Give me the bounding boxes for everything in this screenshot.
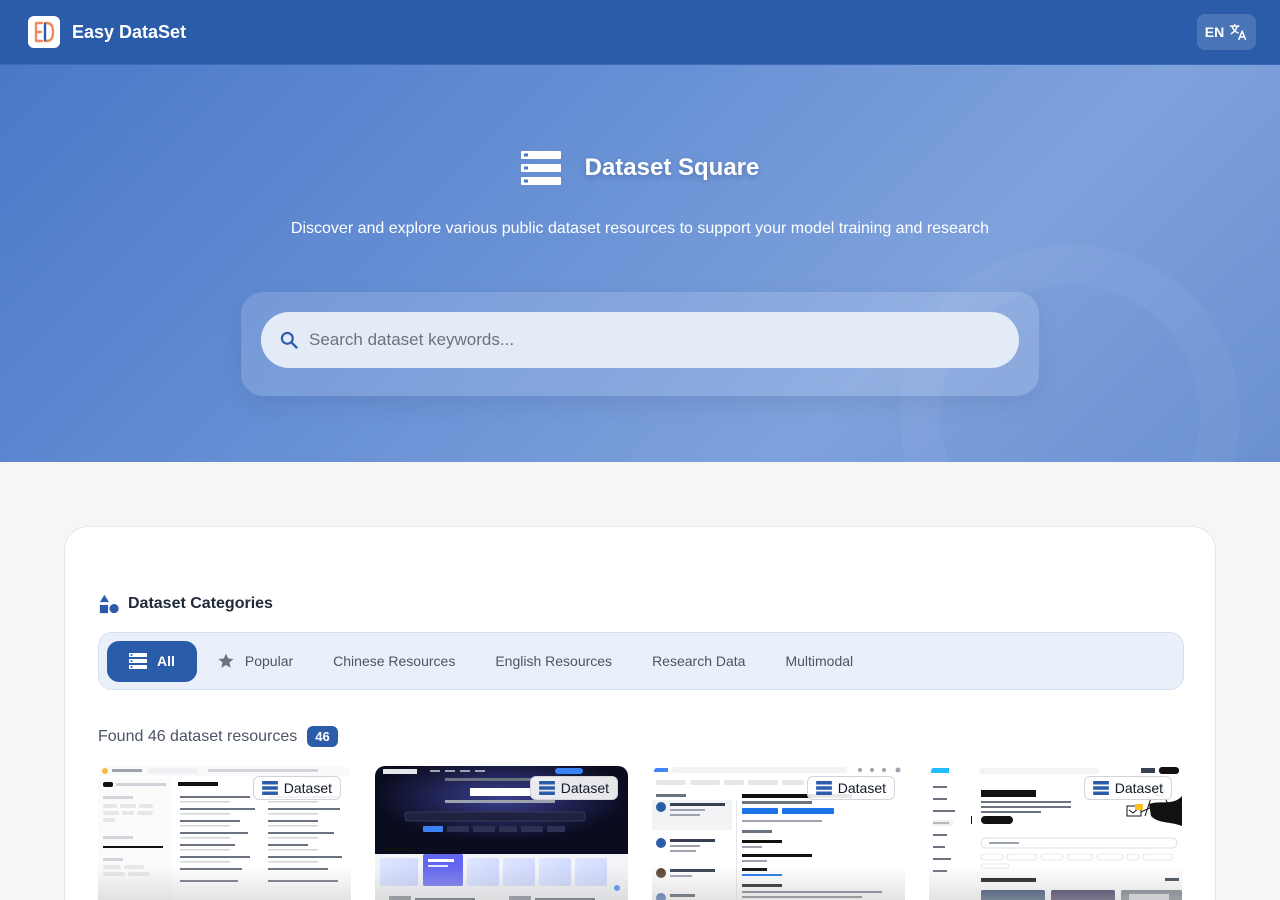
categories-title: Dataset Categories bbox=[128, 595, 273, 612]
thumbnail-fade bbox=[98, 866, 351, 900]
dataset-card[interactable]: Dataset bbox=[98, 766, 351, 900]
dataset-panel: Dataset Categories All Popular Chinese R… bbox=[64, 526, 1216, 900]
dataset-card[interactable]: Dataset bbox=[929, 766, 1182, 900]
translate-icon bbox=[1229, 23, 1247, 41]
dataset-type-tag: Dataset bbox=[1083, 776, 1172, 800]
language-switch-button[interactable]: EN bbox=[1197, 14, 1256, 50]
dataset-icon bbox=[1092, 781, 1109, 795]
tag-label: Dataset bbox=[283, 780, 332, 796]
results-count-text: Found 46 dataset resources bbox=[98, 727, 298, 745]
tab-label: Research Data bbox=[652, 653, 746, 669]
tab-label: All bbox=[157, 653, 175, 669]
results-count-badge: 46 bbox=[307, 726, 338, 747]
page-subtitle: Discover and explore various public data… bbox=[290, 220, 990, 237]
tab-label: English Resources bbox=[495, 653, 613, 669]
tab-research-data[interactable]: Research Data bbox=[632, 641, 765, 682]
hero-section: Dataset Square Discover and explore vari… bbox=[0, 65, 1280, 462]
dataset-type-tag: Dataset bbox=[529, 776, 618, 800]
category-tabs: All Popular Chinese Resources English Re… bbox=[98, 632, 1184, 690]
thumbnail-fade bbox=[929, 866, 1182, 900]
tab-all[interactable]: All bbox=[107, 640, 197, 682]
tab-english-resources[interactable]: English Resources bbox=[475, 641, 632, 682]
tab-chinese-resources[interactable]: Chinese Resources bbox=[313, 641, 475, 682]
hero-title-row: Dataset Square bbox=[0, 151, 1280, 185]
categories-heading: Dataset Categories bbox=[98, 593, 273, 615]
tab-label: Chinese Resources bbox=[333, 653, 456, 669]
search-container bbox=[241, 292, 1039, 396]
tag-label: Dataset bbox=[1114, 780, 1163, 796]
category-icon bbox=[99, 594, 119, 614]
dataset-icon bbox=[261, 781, 278, 795]
tab-popular[interactable]: Popular bbox=[197, 641, 313, 682]
dataset-card-grid: Dataset Dataset Dataset Dataset bbox=[98, 766, 1182, 900]
search-icon bbox=[280, 331, 298, 349]
dataset-icon bbox=[129, 653, 147, 669]
tab-label: Popular bbox=[244, 653, 294, 669]
logo-icon bbox=[34, 21, 55, 43]
dataset-card[interactable]: Dataset bbox=[652, 766, 905, 900]
results-summary: Found 46 dataset resources 46 bbox=[98, 726, 338, 747]
dataset-type-tag: Dataset bbox=[806, 776, 895, 800]
page-title: Dataset Square bbox=[584, 154, 760, 181]
language-label: EN bbox=[1204, 24, 1225, 40]
tag-label: Dataset bbox=[560, 780, 609, 796]
tab-multimodal[interactable]: Multimodal bbox=[765, 641, 873, 682]
thumbnail-fade bbox=[375, 866, 628, 900]
thumbnail-fade bbox=[652, 866, 905, 900]
brand-name[interactable]: Easy DataSet bbox=[72, 22, 186, 43]
dataset-type-tag: Dataset bbox=[252, 776, 341, 800]
search-input[interactable] bbox=[309, 330, 989, 350]
app-logo[interactable] bbox=[28, 16, 60, 48]
tab-label: Multimodal bbox=[785, 653, 854, 669]
dataset-icon bbox=[520, 151, 561, 185]
dataset-icon bbox=[538, 781, 555, 795]
tag-label: Dataset bbox=[837, 780, 886, 796]
star-icon bbox=[218, 653, 234, 668]
dataset-card[interactable]: Dataset bbox=[375, 766, 628, 900]
search-bar[interactable] bbox=[261, 312, 1019, 368]
top-bar: Easy DataSet EN bbox=[0, 0, 1280, 65]
dataset-icon bbox=[815, 781, 832, 795]
